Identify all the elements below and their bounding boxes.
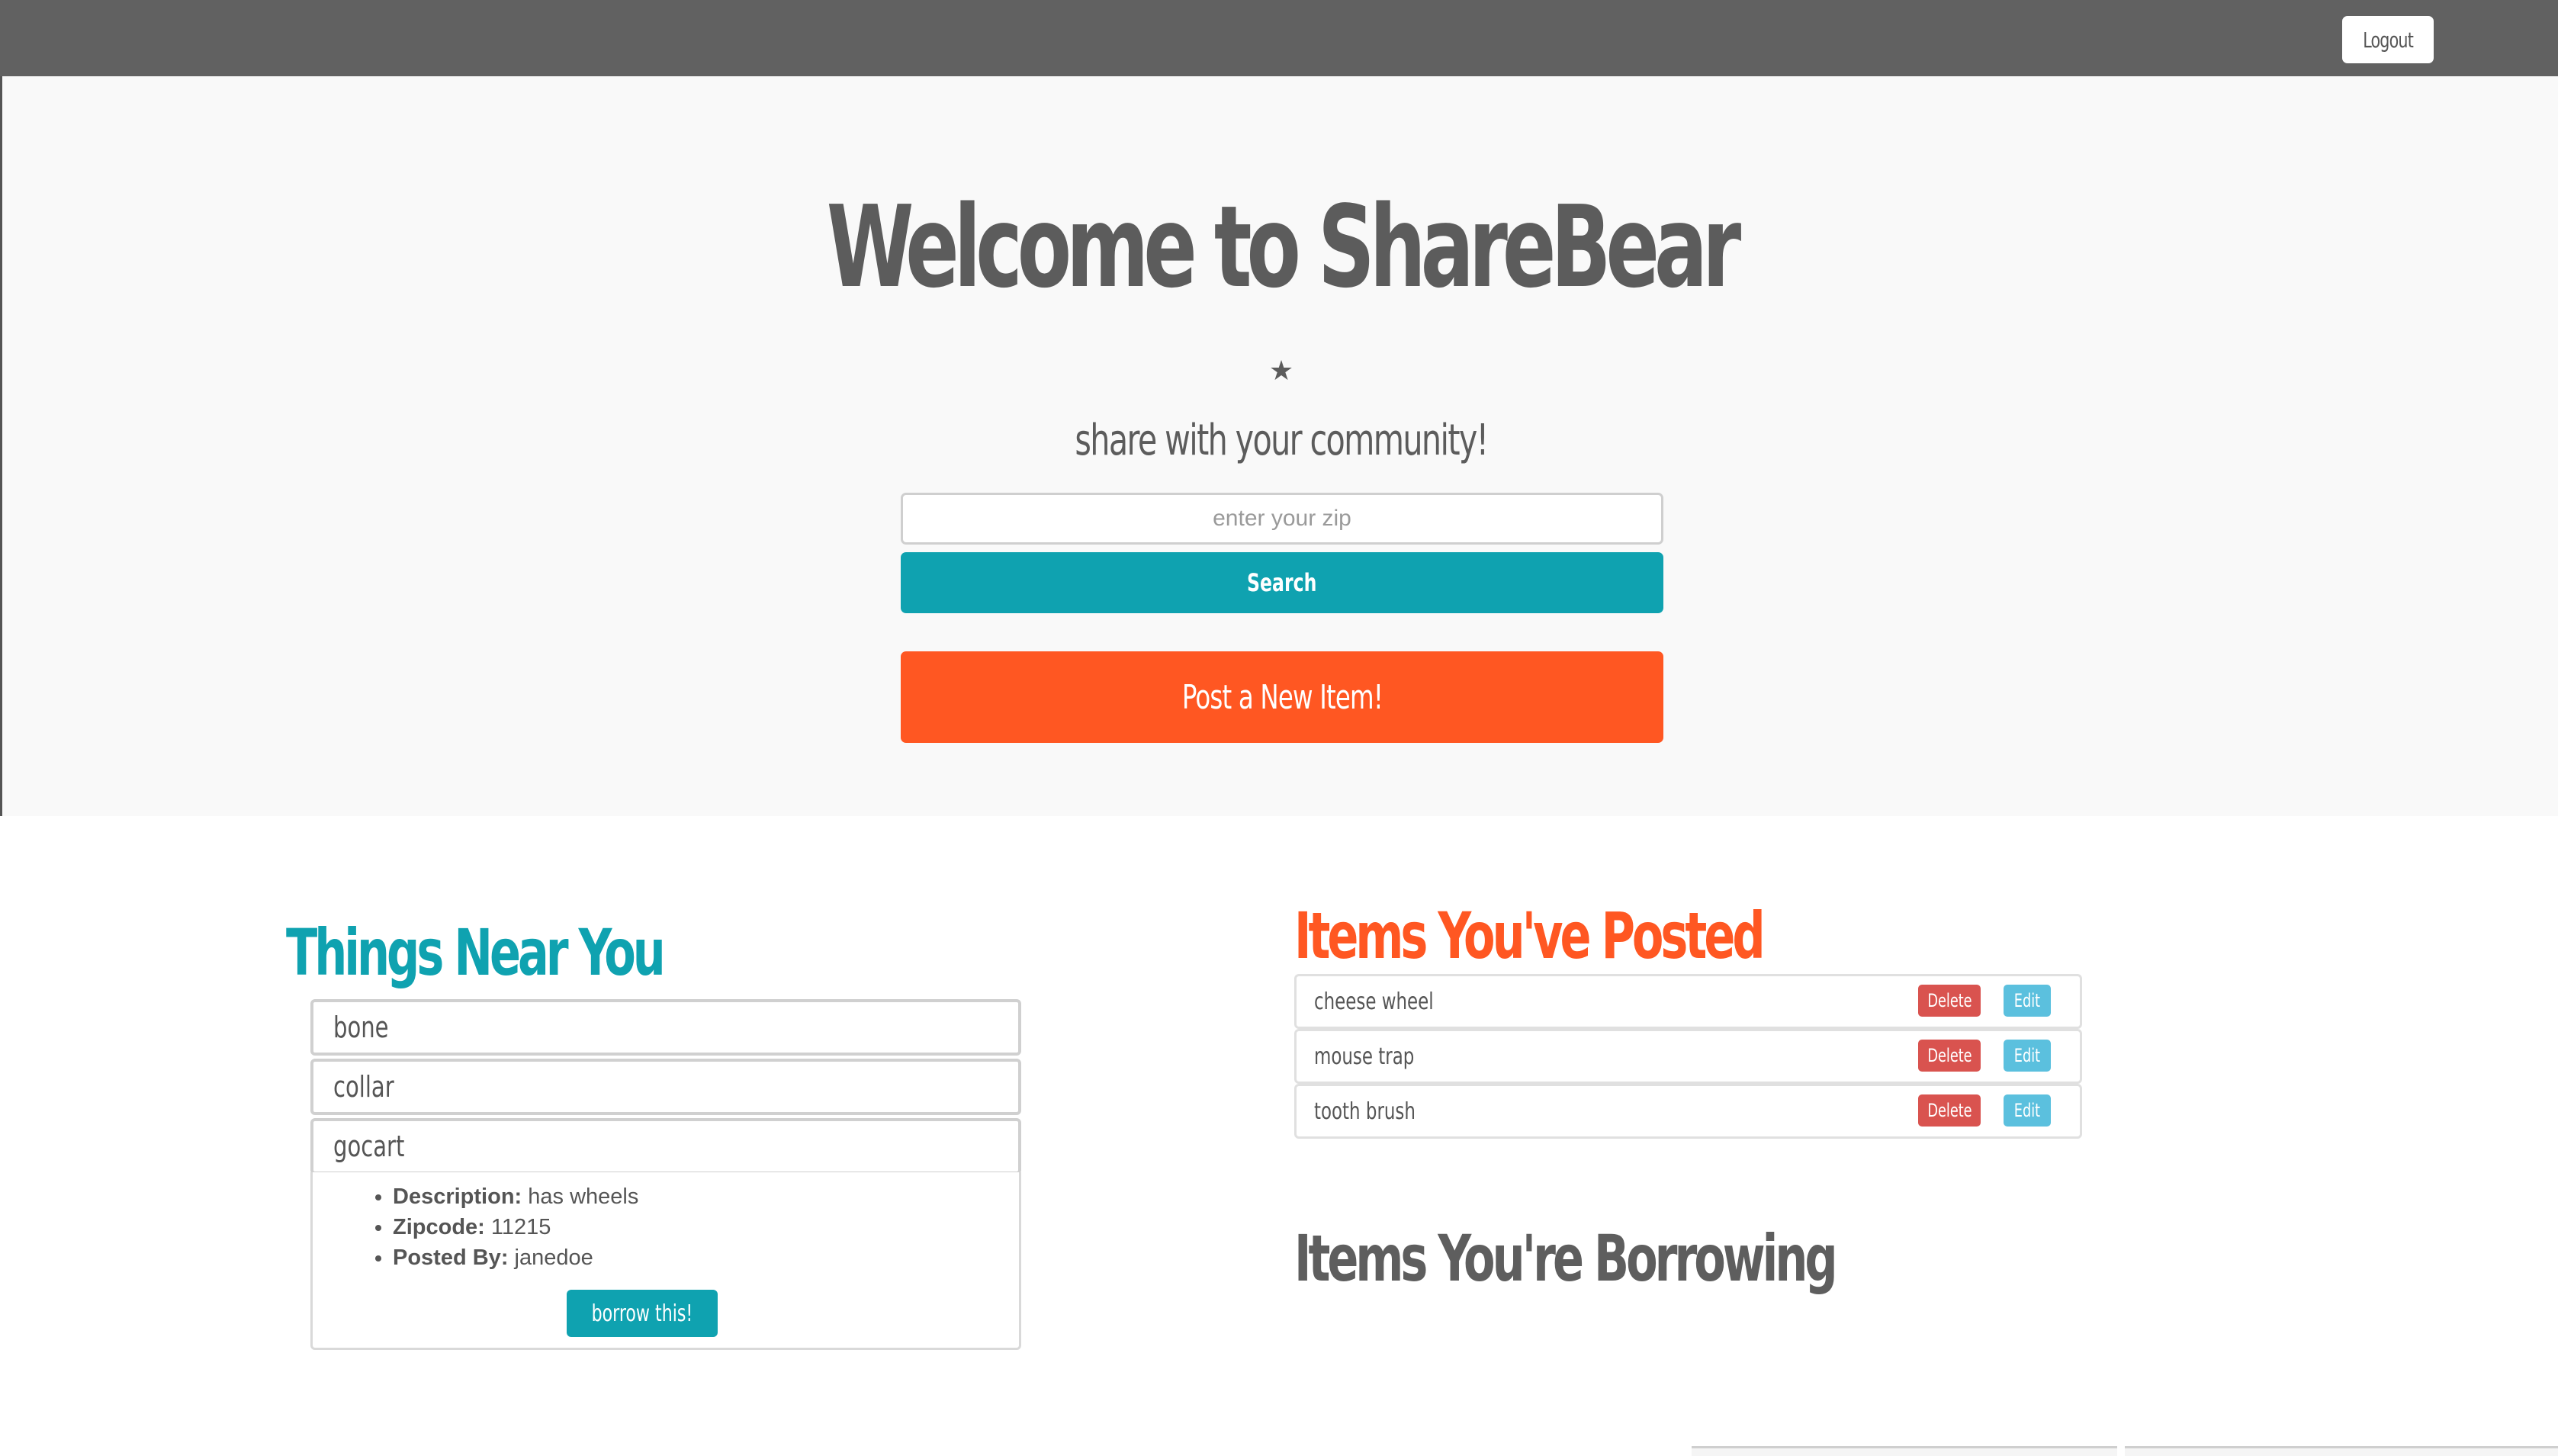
top-navbar: Logout (0, 0, 2558, 76)
edit-label: Edit (2013, 990, 2041, 1011)
description-value: has wheels (528, 1184, 639, 1209)
logout-label: Logout (2363, 27, 2414, 53)
edit-button[interactable]: Edit (2004, 1094, 2051, 1127)
delete-button[interactable]: Delete (1918, 1040, 1981, 1072)
tagline: share with your community! (1075, 416, 1489, 465)
item-details-list: Description: has wheels Zipcode: 11215 P… (393, 1181, 638, 1273)
edit-button[interactable]: Edit (2004, 985, 2051, 1017)
detail-zipcode: Zipcode: 11215 (393, 1212, 638, 1242)
logout-button[interactable]: Logout (2342, 16, 2434, 63)
edit-button[interactable]: Edit (2004, 1040, 2051, 1072)
item-details-panel: Description: has wheels Zipcode: 11215 P… (310, 1172, 1021, 1350)
items-posted-heading: Items You've Posted (1294, 898, 1766, 973)
posted-item-row: cheese wheel Delete Edit (1294, 974, 2082, 1029)
near-item-bone[interactable]: bone (310, 999, 1021, 1056)
borrow-this-label: borrow this! (591, 1300, 693, 1327)
near-item-label: collar (333, 1070, 394, 1104)
posted-item-label: cheese wheel (1314, 988, 1434, 1015)
near-item-label: gocart (333, 1130, 405, 1163)
posted-by-value: janedoe (514, 1245, 593, 1270)
bottom-panel-edge (2125, 1446, 2558, 1456)
posted-item-row: mouse trap Delete Edit (1294, 1029, 2082, 1084)
posted-item-label: mouse trap (1314, 1043, 1415, 1070)
detail-posted-by: Posted By: janedoe (393, 1242, 638, 1273)
description-label: Description: (393, 1184, 522, 1209)
zipcode-label: Zipcode: (393, 1215, 485, 1239)
post-new-item-label: Post a New Item! (1181, 677, 1383, 717)
delete-label: Delete (1927, 1100, 1972, 1121)
post-new-item-button[interactable]: Post a New Item! (901, 651, 1663, 743)
delete-button[interactable]: Delete (1918, 1094, 1981, 1127)
borrow-this-button[interactable]: borrow this! (567, 1290, 718, 1337)
hero-section: Welcome to ShareBear ★ share with your c… (0, 76, 2558, 816)
page-title: Welcome to ShareBear (826, 182, 1741, 313)
posted-item-label: tooth brush (1314, 1098, 1416, 1125)
zipcode-value: 11215 (490, 1215, 551, 1239)
things-near-you-heading: Things Near You (286, 915, 666, 990)
posted-by-label: Posted By: (393, 1245, 509, 1270)
search-button[interactable]: Search (901, 552, 1663, 613)
posted-item-row: tooth brush Delete Edit (1294, 1084, 2082, 1139)
delete-label: Delete (1927, 990, 1972, 1011)
edit-label: Edit (2013, 1045, 2041, 1066)
bottom-panel-edge (1692, 1446, 2117, 1456)
star-icon: ★ (1268, 355, 1294, 386)
near-item-gocart[interactable]: gocart (310, 1118, 1021, 1175)
near-item-label: bone (333, 1011, 389, 1044)
near-item-collar[interactable]: collar (310, 1059, 1021, 1115)
edit-label: Edit (2013, 1100, 2041, 1121)
detail-description: Description: has wheels (393, 1181, 638, 1212)
delete-button[interactable]: Delete (1918, 985, 1981, 1017)
search-label: Search (1247, 568, 1317, 597)
delete-label: Delete (1927, 1045, 1972, 1066)
items-borrowing-heading: Items You're Borrowing (1294, 1221, 1838, 1296)
zip-search-input[interactable] (901, 493, 1663, 545)
